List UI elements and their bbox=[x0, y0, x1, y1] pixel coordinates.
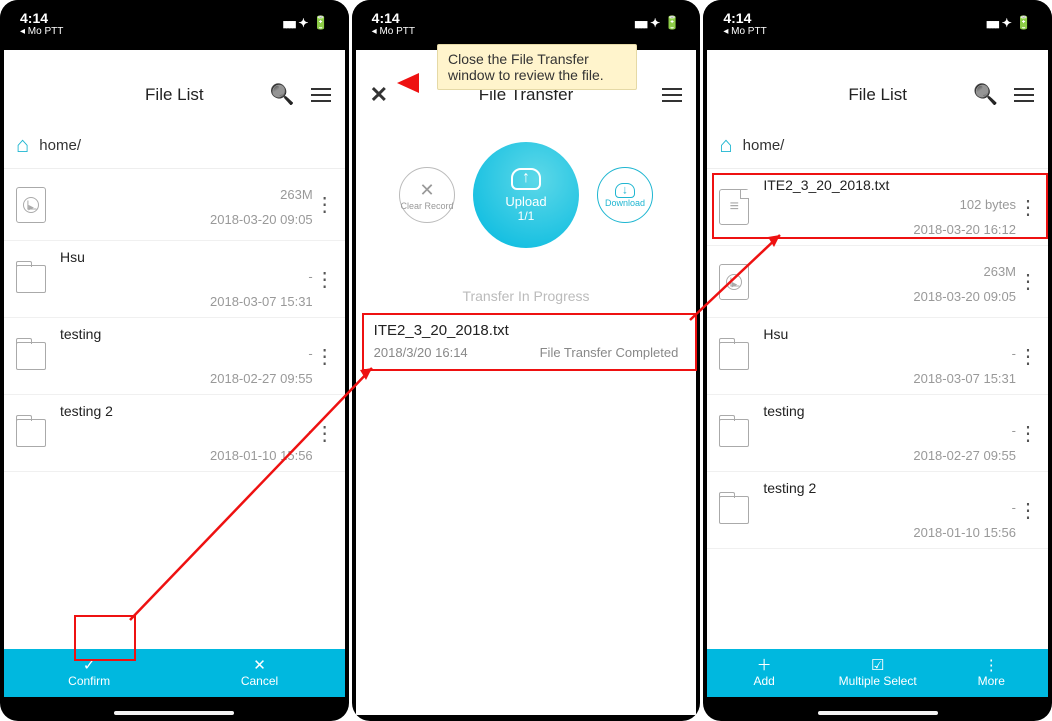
transfer-progress-label: Transfer In Progress bbox=[462, 288, 589, 304]
more-icon[interactable] bbox=[1016, 421, 1040, 446]
confirm-button[interactable]: ✓ Confirm bbox=[4, 649, 174, 697]
file-name: testing 2 bbox=[763, 480, 1016, 496]
bottom-bar: ✓ Confirm ✕ Cancel bbox=[4, 649, 345, 697]
multiple-select-button[interactable]: ☑ Multiple Select bbox=[821, 649, 935, 697]
page-title: File List bbox=[791, 85, 964, 105]
more-icon[interactable] bbox=[1016, 344, 1040, 369]
breadcrumb[interactable]: home/ bbox=[4, 128, 345, 169]
list-item[interactable]: 263M2018-03-20 09:05 bbox=[707, 246, 1048, 318]
home-indicator[interactable] bbox=[466, 711, 586, 715]
battery-icon bbox=[664, 15, 680, 31]
status-back-app[interactable]: ◂ Mo PTT bbox=[20, 26, 63, 37]
home-indicator[interactable] bbox=[818, 711, 938, 715]
home-indicator[interactable] bbox=[114, 711, 234, 715]
folder-icon bbox=[719, 496, 749, 524]
battery-icon bbox=[1016, 15, 1032, 31]
status-back-app[interactable]: ◂ Mo PTT bbox=[723, 26, 766, 37]
status-time: 4:14 bbox=[372, 10, 415, 26]
folder-icon bbox=[16, 265, 46, 293]
file-name: testing bbox=[60, 326, 313, 342]
more-vertical-icon: ⋮ bbox=[984, 658, 999, 673]
file-list: 263M2018-03-20 09:05 Hsu -2018-03-07 15:… bbox=[4, 169, 345, 649]
home-icon[interactable] bbox=[719, 132, 732, 158]
checkbox-icon: ☑ bbox=[871, 658, 884, 673]
plus-icon: ＋ bbox=[757, 658, 772, 673]
media-file-icon bbox=[16, 187, 46, 223]
breadcrumb-path: home/ bbox=[39, 137, 81, 154]
more-button[interactable]: ⋮ More bbox=[934, 649, 1048, 697]
media-file-icon bbox=[719, 264, 749, 300]
folder-icon bbox=[719, 342, 749, 370]
bottom-bar: ＋ Add ☑ Multiple Select ⋮ More bbox=[707, 649, 1048, 697]
cloud-upload-icon bbox=[511, 168, 541, 190]
file-name: Hsu bbox=[763, 326, 1016, 342]
breadcrumb[interactable]: home/ bbox=[707, 128, 1048, 169]
transfer-date: 2018/3/20 16:14 bbox=[374, 345, 468, 360]
page-title: File List bbox=[88, 85, 261, 105]
upload-status[interactable]: Upload 1/1 bbox=[473, 142, 579, 248]
search-icon[interactable] bbox=[973, 85, 998, 105]
status-time: 4:14 bbox=[723, 10, 766, 26]
check-icon: ✓ bbox=[83, 658, 96, 673]
list-item[interactable]: testing -2018-02-27 09:55 bbox=[4, 318, 345, 395]
more-icon[interactable] bbox=[313, 344, 337, 369]
folder-icon bbox=[16, 419, 46, 447]
battery-icon bbox=[312, 15, 328, 31]
more-icon[interactable] bbox=[313, 267, 337, 292]
close-button[interactable] bbox=[370, 84, 388, 106]
file-name: Hsu bbox=[60, 249, 313, 265]
menu-icon[interactable] bbox=[662, 88, 682, 102]
transfer-item[interactable]: ITE2_3_20_2018.txt 2018/3/20 16:14 File … bbox=[362, 312, 691, 372]
status-back-app[interactable]: ◂ Mo PTT bbox=[372, 26, 415, 37]
signal-icon bbox=[986, 16, 998, 30]
list-item[interactable]: 263M2018-03-20 09:05 bbox=[4, 169, 345, 241]
search-icon[interactable] bbox=[270, 85, 295, 105]
close-icon: ✕ bbox=[253, 658, 266, 673]
file-name: testing 2 bbox=[60, 403, 313, 419]
header: File Transfer bbox=[356, 50, 697, 128]
list-item[interactable]: testing -2018-02-27 09:55 bbox=[707, 395, 1048, 472]
wifi-icon bbox=[1002, 16, 1012, 30]
status-time: 4:14 bbox=[20, 10, 63, 26]
cloud-download-icon bbox=[615, 183, 635, 198]
clear-record-button[interactable]: Clear Record bbox=[399, 167, 455, 223]
list-item[interactable]: Hsu -2018-03-07 15:31 bbox=[4, 241, 345, 318]
menu-icon[interactable] bbox=[1014, 88, 1034, 102]
folder-icon bbox=[16, 342, 46, 370]
more-icon[interactable] bbox=[1016, 498, 1040, 523]
signal-icon bbox=[634, 16, 646, 30]
menu-icon[interactable] bbox=[311, 88, 331, 102]
list-item[interactable]: testing 2 -2018-01-10 15:56 bbox=[4, 395, 345, 472]
header: File List bbox=[4, 50, 345, 128]
close-icon bbox=[419, 180, 434, 201]
home-icon[interactable] bbox=[16, 132, 29, 158]
more-icon[interactable] bbox=[1016, 195, 1040, 220]
breadcrumb-path: home/ bbox=[743, 137, 785, 154]
file-list: ITE2_3_20_2018.txt 102 bytes2018-03-20 1… bbox=[707, 169, 1048, 649]
list-item[interactable]: testing 2 -2018-01-10 15:56 bbox=[707, 472, 1048, 549]
folder-icon bbox=[719, 419, 749, 447]
more-icon[interactable] bbox=[313, 421, 337, 446]
wifi-icon bbox=[650, 16, 660, 30]
more-icon[interactable] bbox=[313, 192, 337, 217]
download-button[interactable]: Download bbox=[597, 167, 653, 223]
cancel-button[interactable]: ✕ Cancel bbox=[174, 649, 344, 697]
signal-icon bbox=[283, 16, 295, 30]
add-button[interactable]: ＋ Add bbox=[707, 649, 821, 697]
phone-screenshot-3: 4:14 ◂ Mo PTT File List bbox=[703, 0, 1052, 721]
more-icon[interactable] bbox=[1016, 269, 1040, 294]
page-title: File Transfer bbox=[440, 85, 613, 105]
phone-screenshot-1: 4:14 ◂ Mo PTT File List bbox=[0, 0, 349, 721]
text-file-icon bbox=[719, 189, 749, 225]
list-item[interactable]: ITE2_3_20_2018.txt 102 bytes2018-03-20 1… bbox=[707, 169, 1048, 246]
file-name: ITE2_3_20_2018.txt bbox=[763, 177, 1016, 193]
list-item[interactable]: Hsu -2018-03-07 15:31 bbox=[707, 318, 1048, 395]
file-name: testing bbox=[763, 403, 1016, 419]
transfer-status: File Transfer Completed bbox=[540, 345, 679, 360]
transfer-file-name: ITE2_3_20_2018.txt bbox=[374, 322, 679, 339]
wifi-icon bbox=[298, 16, 308, 30]
phone-screenshot-2: 4:14 ◂ Mo PTT File Transfer bbox=[352, 0, 701, 721]
header: File List bbox=[707, 50, 1048, 128]
